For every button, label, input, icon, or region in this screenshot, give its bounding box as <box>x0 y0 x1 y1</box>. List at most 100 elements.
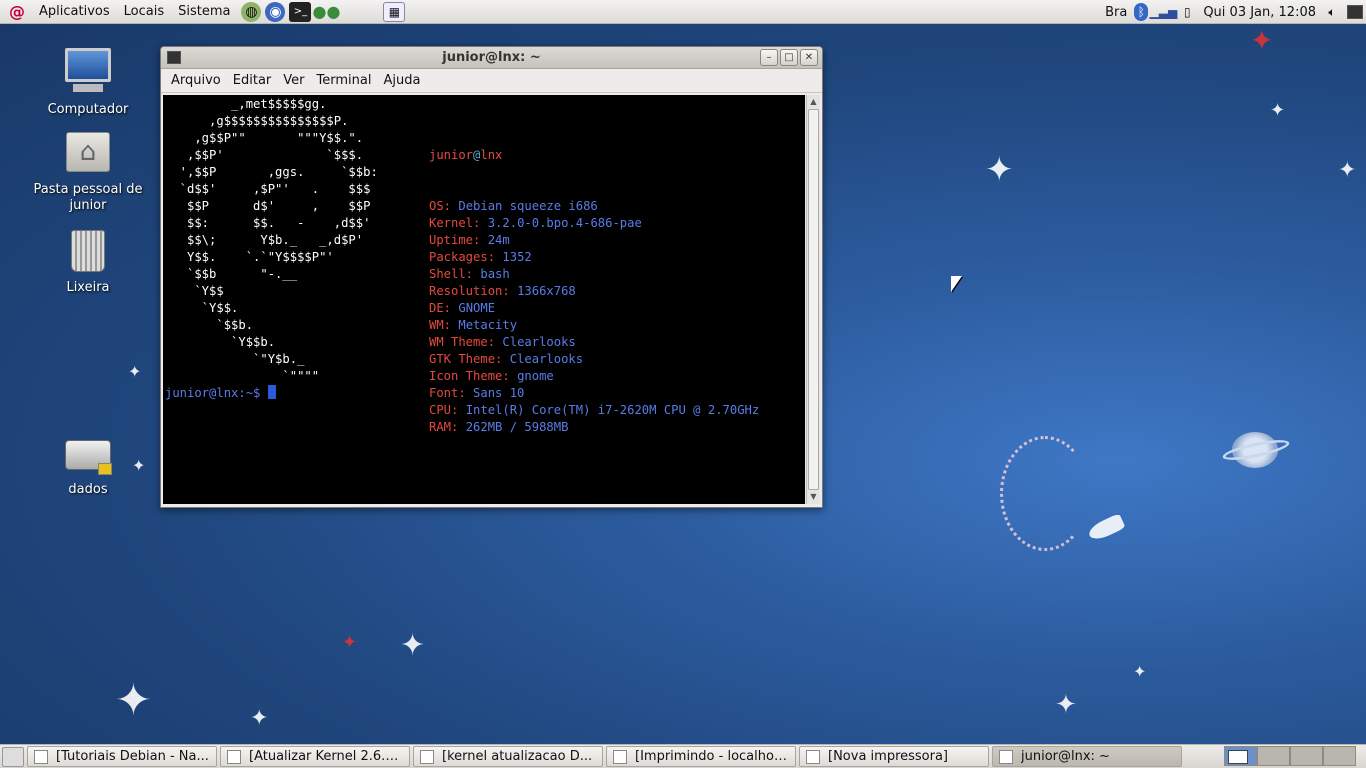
ascii-line: `d$$' ,$P"' . $$$ <box>165 182 371 196</box>
info-line: RAM: 262MB / 5988MB <box>429 419 759 436</box>
debian-logo-icon[interactable]: @ <box>8 2 26 21</box>
menu-locais[interactable]: Locais <box>117 4 171 19</box>
workspace-1[interactable] <box>1224 746 1257 766</box>
computer-stand <box>73 84 103 92</box>
star-decoration-icon: ✦ <box>1270 100 1286 121</box>
window-titlebar[interactable]: junior@lnx: ~ – □ ✕ <box>161 47 822 69</box>
taskbar-button-label: [Nova impressora] <box>828 749 949 764</box>
info-line: CPU: Intel(R) Core(TM) i7-2620M CPU @ 2.… <box>429 402 759 419</box>
terminal-launcher-icon[interactable]: >_ <box>289 1 312 22</box>
battery-icon[interactable]: ▯ <box>1178 3 1196 21</box>
minimize-button[interactable]: – <box>760 49 778 66</box>
info-key: DE: <box>429 301 452 315</box>
info-user: junior <box>429 148 474 162</box>
menu-editar[interactable]: Editar <box>227 73 278 88</box>
screenshot-launcher-icon[interactable]: ▦ <box>383 1 406 22</box>
scrollbar-thumb[interactable] <box>808 109 819 490</box>
taskbar-button-label: [kernel atualizacao D... <box>442 749 593 764</box>
close-button[interactable]: ✕ <box>800 49 818 66</box>
menu-arquivo[interactable]: Arquivo <box>165 73 227 88</box>
ascii-line: `$$b "-.__ <box>165 267 298 281</box>
info-key: Uptime: <box>429 233 481 247</box>
info-value: 24m <box>487 233 510 247</box>
taskbar-button[interactable]: junior@lnx: ~ <box>992 746 1182 767</box>
desktop-icon-label: Computador <box>47 102 129 117</box>
terminal-scrollbar[interactable]: ▲ ▼ <box>806 95 820 504</box>
info-value: gnome <box>517 369 554 383</box>
globe-launcher-icon[interactable]: ◍ <box>241 1 262 22</box>
bluetooth-icon[interactable]: ᛒ <box>1134 3 1149 21</box>
menu-terminal[interactable]: Terminal <box>311 73 378 88</box>
info-line: Kernel: 3.2.0-0.bpo.4-686-pae <box>429 215 759 232</box>
browser-launcher-icon[interactable]: ◉ <box>265 1 286 22</box>
info-value: Clearlooks <box>509 352 584 366</box>
info-value: Sans 10 <box>473 386 525 400</box>
taskbar-button[interactable]: [Nova impressora] <box>799 746 989 767</box>
info-line: Shell: bash <box>429 266 759 283</box>
terminal-window[interactable]: junior@lnx: ~ – □ ✕ Arquivo Editar Ver T… <box>160 46 823 508</box>
info-line: Icon Theme: gnome <box>429 368 759 385</box>
workspace-3[interactable] <box>1290 746 1323 766</box>
info-value: Debian squeeze i686 <box>458 199 598 213</box>
info-value: 1352 <box>502 250 532 264</box>
desktop-icon-dados[interactable]: dados <box>28 438 148 498</box>
menu-aplicativos[interactable]: Aplicativos <box>32 4 117 19</box>
info-key: WM: <box>429 318 452 332</box>
ascii-line: `Y$$. <box>165 301 239 315</box>
info-key: Packages: <box>429 250 496 264</box>
taskbar-button[interactable]: [Atualizar Kernel 2.6.X... <box>220 746 410 767</box>
ascii-line: $$\; Y$b._ _,d$P' <box>165 233 364 247</box>
taskbar-button-label: [Imprimindo - localhost] <box>635 749 789 764</box>
taskbar-button[interactable]: [kernel atualizacao D... <box>413 746 603 767</box>
users-launcher-icon[interactable]: ●● <box>313 2 341 22</box>
text-cursor <box>267 385 276 399</box>
info-line: OS: Debian squeeze i686 <box>429 198 759 215</box>
desktop-icon-computador[interactable]: Computador <box>28 46 148 118</box>
star-decoration-icon: ✦ <box>985 150 1014 190</box>
menu-ver[interactable]: Ver <box>277 73 310 88</box>
terminal-area[interactable]: _,met$$$$$gg. ,g$$$$$$$$$$$$$$$P. ,g$$P"… <box>163 95 805 504</box>
desktop-icon-lixeira[interactable]: Lixeira <box>28 228 148 296</box>
taskbar-button[interactable]: [Imprimindo - localhost] <box>606 746 796 767</box>
info-value: Clearlooks <box>502 335 576 349</box>
home-folder-icon: ⌂ <box>66 132 110 172</box>
volume-icon[interactable]: 🔈︎ <box>1323 3 1341 21</box>
desktop-icon-pasta-pessoal[interactable]: ⌂ Pasta pessoal de junior <box>28 128 148 214</box>
menu-ajuda[interactable]: Ajuda <box>377 73 426 88</box>
keyboard-layout[interactable]: Bra <box>1105 5 1127 20</box>
maximize-button[interactable]: □ <box>780 49 798 66</box>
info-line: Uptime: 24m <box>429 232 759 249</box>
star-decoration-icon: ✦ <box>1055 690 1077 720</box>
window-app-icon <box>999 749 1013 764</box>
info-line: WM: Metacity <box>429 317 759 334</box>
bottom-panel: [Tutoriais Debian - Na... [Atualizar Kern… <box>0 744 1366 768</box>
network-signal-icon[interactable]: ▁▃▅ <box>1149 3 1177 21</box>
taskbar-button[interactable]: [Tutoriais Debian - Na... <box>27 746 217 767</box>
clock[interactable]: Qui 03 Jan, 12:08 <box>1203 5 1316 20</box>
desktop-icon-label: Lixeira <box>66 280 110 295</box>
workspace-4[interactable] <box>1323 746 1356 766</box>
info-key: CPU: <box>429 403 459 417</box>
menu-sistema[interactable]: Sistema <box>171 4 237 19</box>
info-line: Resolution: 1366x768 <box>429 283 759 300</box>
window-title: junior@lnx: ~ <box>442 50 541 65</box>
scroll-up-arrow-icon[interactable]: ▲ <box>807 95 820 109</box>
taskbar-button-label: junior@lnx: ~ <box>1021 749 1110 764</box>
window-app-icon <box>420 749 434 764</box>
prompt-text: junior@lnx:~$ <box>165 386 268 400</box>
show-desktop-top-icon[interactable] <box>1347 5 1363 19</box>
ascii-line: `"""" <box>165 369 320 383</box>
workspace-switcher[interactable] <box>1224 746 1356 766</box>
desktop-icon-label: dados <box>68 482 108 497</box>
workspace-2[interactable] <box>1257 746 1290 766</box>
show-desktop-button[interactable] <box>2 746 24 767</box>
info-host: lnx <box>480 148 503 162</box>
ascii-line: ,$$P' `$$$. <box>165 148 364 162</box>
info-key: Kernel: <box>429 216 481 230</box>
info-key: WM Theme: <box>429 335 496 349</box>
info-value: 262MB / 5988MB <box>465 420 569 434</box>
ascii-line: ',$$P ,ggs. `$$b: <box>165 165 378 179</box>
info-key: Icon Theme: <box>429 369 510 383</box>
scroll-down-arrow-icon[interactable]: ▼ <box>807 490 820 504</box>
ascii-line: `Y$$ <box>165 284 224 298</box>
